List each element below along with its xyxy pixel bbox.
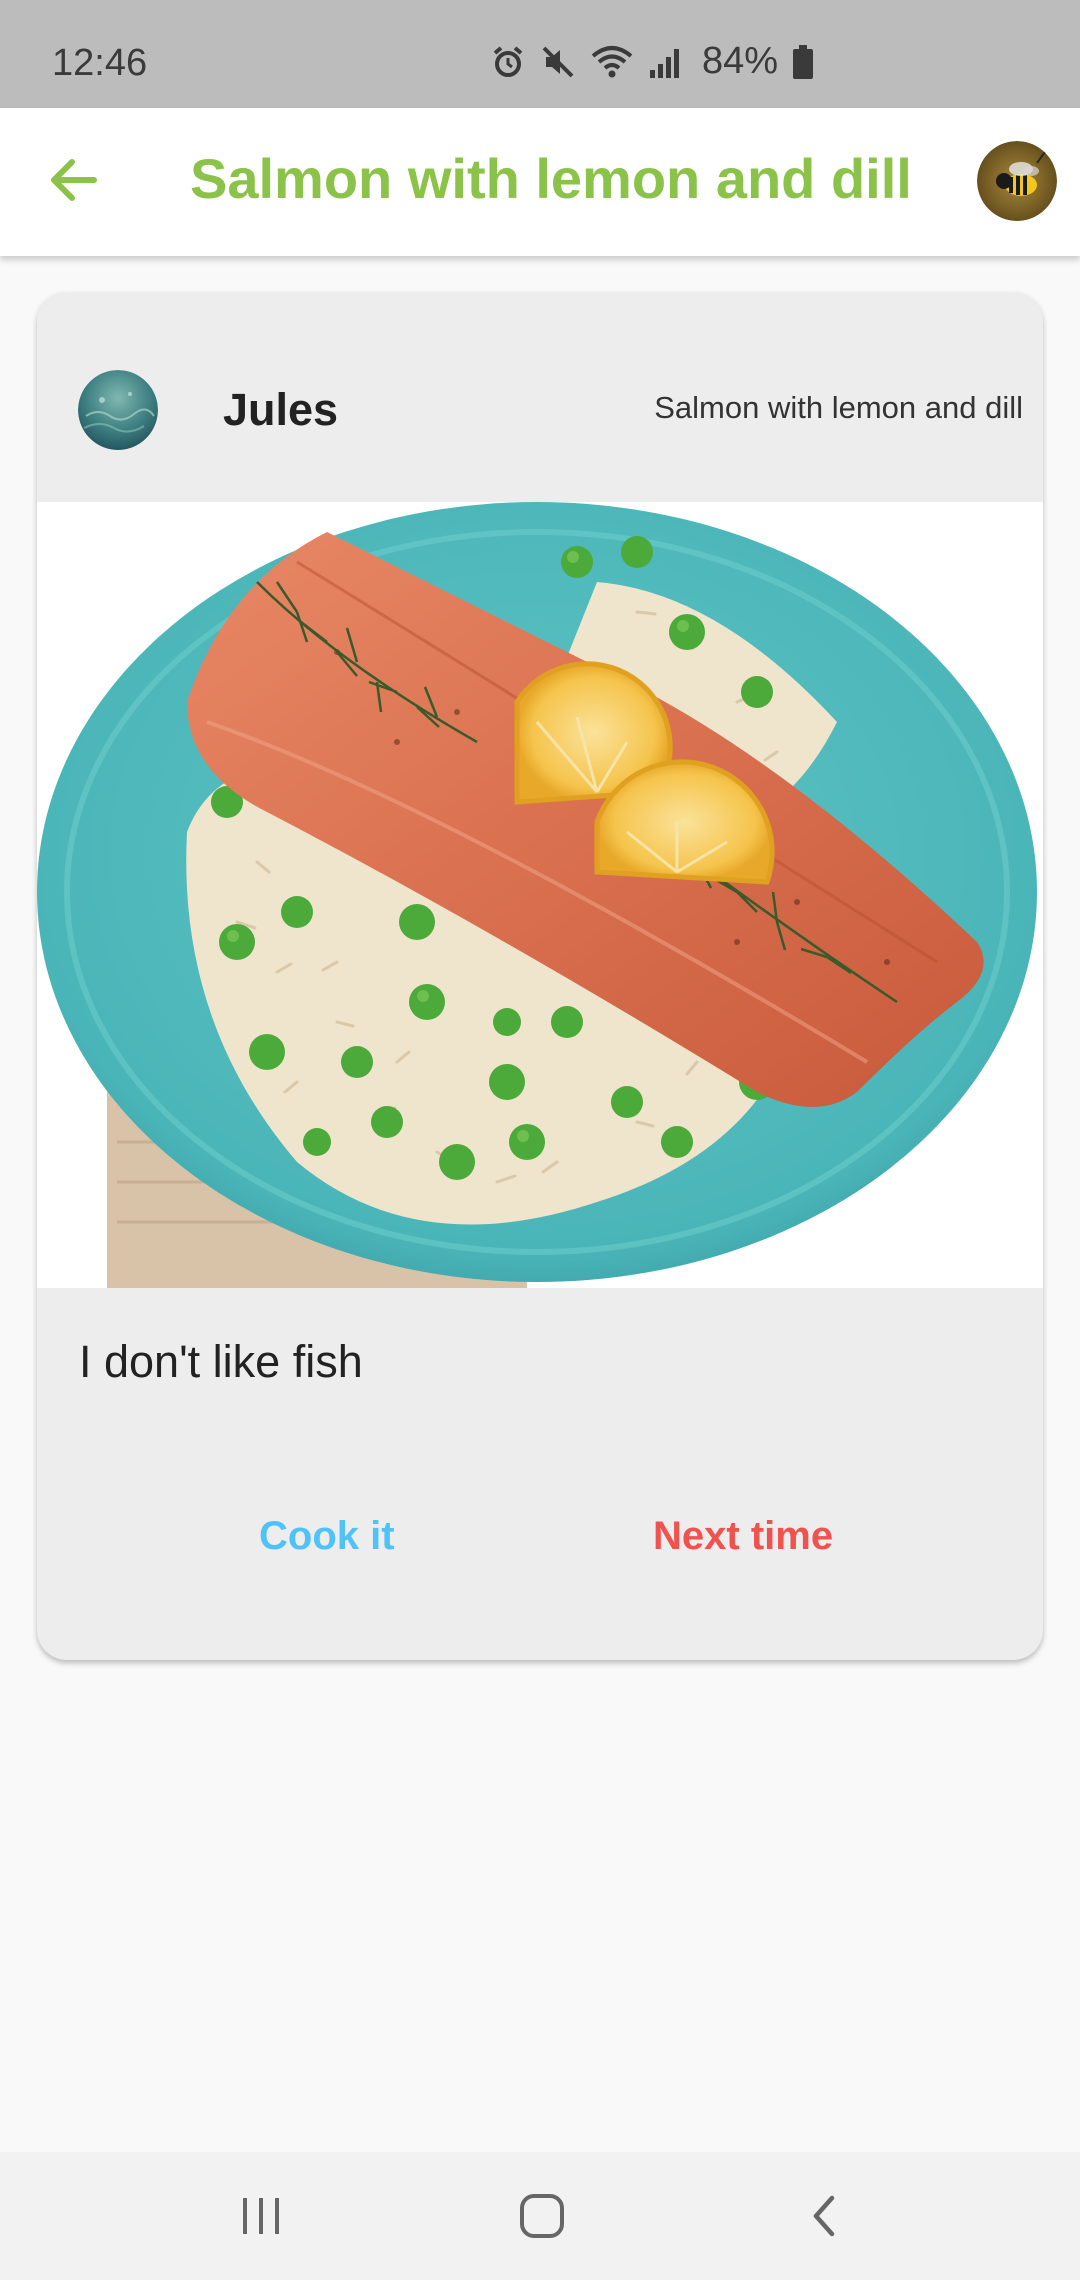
status-icons: 84% xyxy=(490,40,814,83)
wifi-icon xyxy=(590,44,634,80)
battery-percent: 84% xyxy=(702,40,779,82)
recipe-name: Salmon with lemon and dill xyxy=(654,390,1023,425)
nav-back-button[interactable] xyxy=(796,2190,852,2246)
page-title: Salmon with lemon and dill xyxy=(190,147,912,210)
recent-apps-icon xyxy=(239,2194,283,2243)
home-icon xyxy=(518,2192,566,2245)
author-name: Jules xyxy=(223,384,339,435)
home-button[interactable] xyxy=(514,2190,570,2246)
cook-it-button[interactable]: Cook it xyxy=(259,1514,395,1559)
alarm-icon xyxy=(490,44,526,80)
app-bar: Salmon with lemon and dill xyxy=(0,108,1080,256)
signal-icon xyxy=(648,44,684,80)
profile-avatar[interactable] xyxy=(977,141,1057,221)
status-bar: 12:46 84% xyxy=(0,0,1080,108)
status-time: 12:46 xyxy=(52,42,148,84)
recipe-photo xyxy=(37,502,1043,1288)
post-card: Jules Salmon with lemon and dill I don't… xyxy=(37,292,1043,1660)
author-avatar[interactable] xyxy=(78,370,158,450)
arrow-left-icon xyxy=(50,158,98,207)
battery-icon xyxy=(792,44,814,80)
mute-icon xyxy=(540,44,576,80)
card-header: Jules Salmon with lemon and dill xyxy=(37,292,1043,502)
recent-apps-button[interactable] xyxy=(233,2190,289,2246)
post-comment: I don't like fish xyxy=(79,1336,363,1387)
next-time-button[interactable]: Next time xyxy=(653,1514,833,1559)
back-button[interactable] xyxy=(40,148,108,216)
back-icon xyxy=(804,2192,844,2245)
system-nav-bar xyxy=(0,2152,1080,2280)
